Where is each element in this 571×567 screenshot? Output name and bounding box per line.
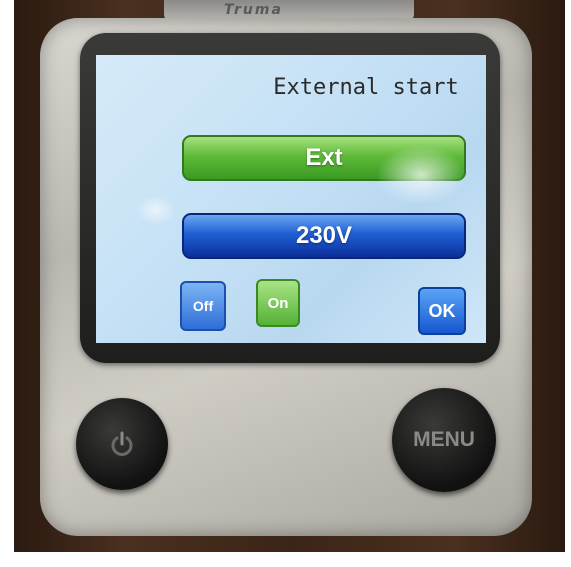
ok-button[interactable]: OK bbox=[418, 287, 466, 335]
off-button[interactable]: Off bbox=[180, 281, 226, 331]
mode-ext-button[interactable]: Ext bbox=[182, 135, 466, 181]
power-icon bbox=[111, 431, 133, 456]
menu-button[interactable]: MENU bbox=[392, 388, 496, 492]
screen-glare-small bbox=[136, 195, 176, 225]
screen-title: External start bbox=[273, 75, 459, 100]
photo-background: Truma External start Ext 230V Off On OK … bbox=[14, 0, 565, 552]
brand-logo: Truma bbox=[224, 2, 283, 18]
screen-bezel: External start Ext 230V Off On OK bbox=[80, 33, 500, 363]
touch-screen: External start Ext 230V Off On OK bbox=[96, 55, 486, 343]
voltage-230v-button[interactable]: 230V bbox=[182, 213, 466, 259]
control-panel-device: External start Ext 230V Off On OK MENU bbox=[40, 18, 532, 536]
on-button[interactable]: On bbox=[256, 279, 300, 327]
power-button[interactable] bbox=[76, 398, 168, 490]
